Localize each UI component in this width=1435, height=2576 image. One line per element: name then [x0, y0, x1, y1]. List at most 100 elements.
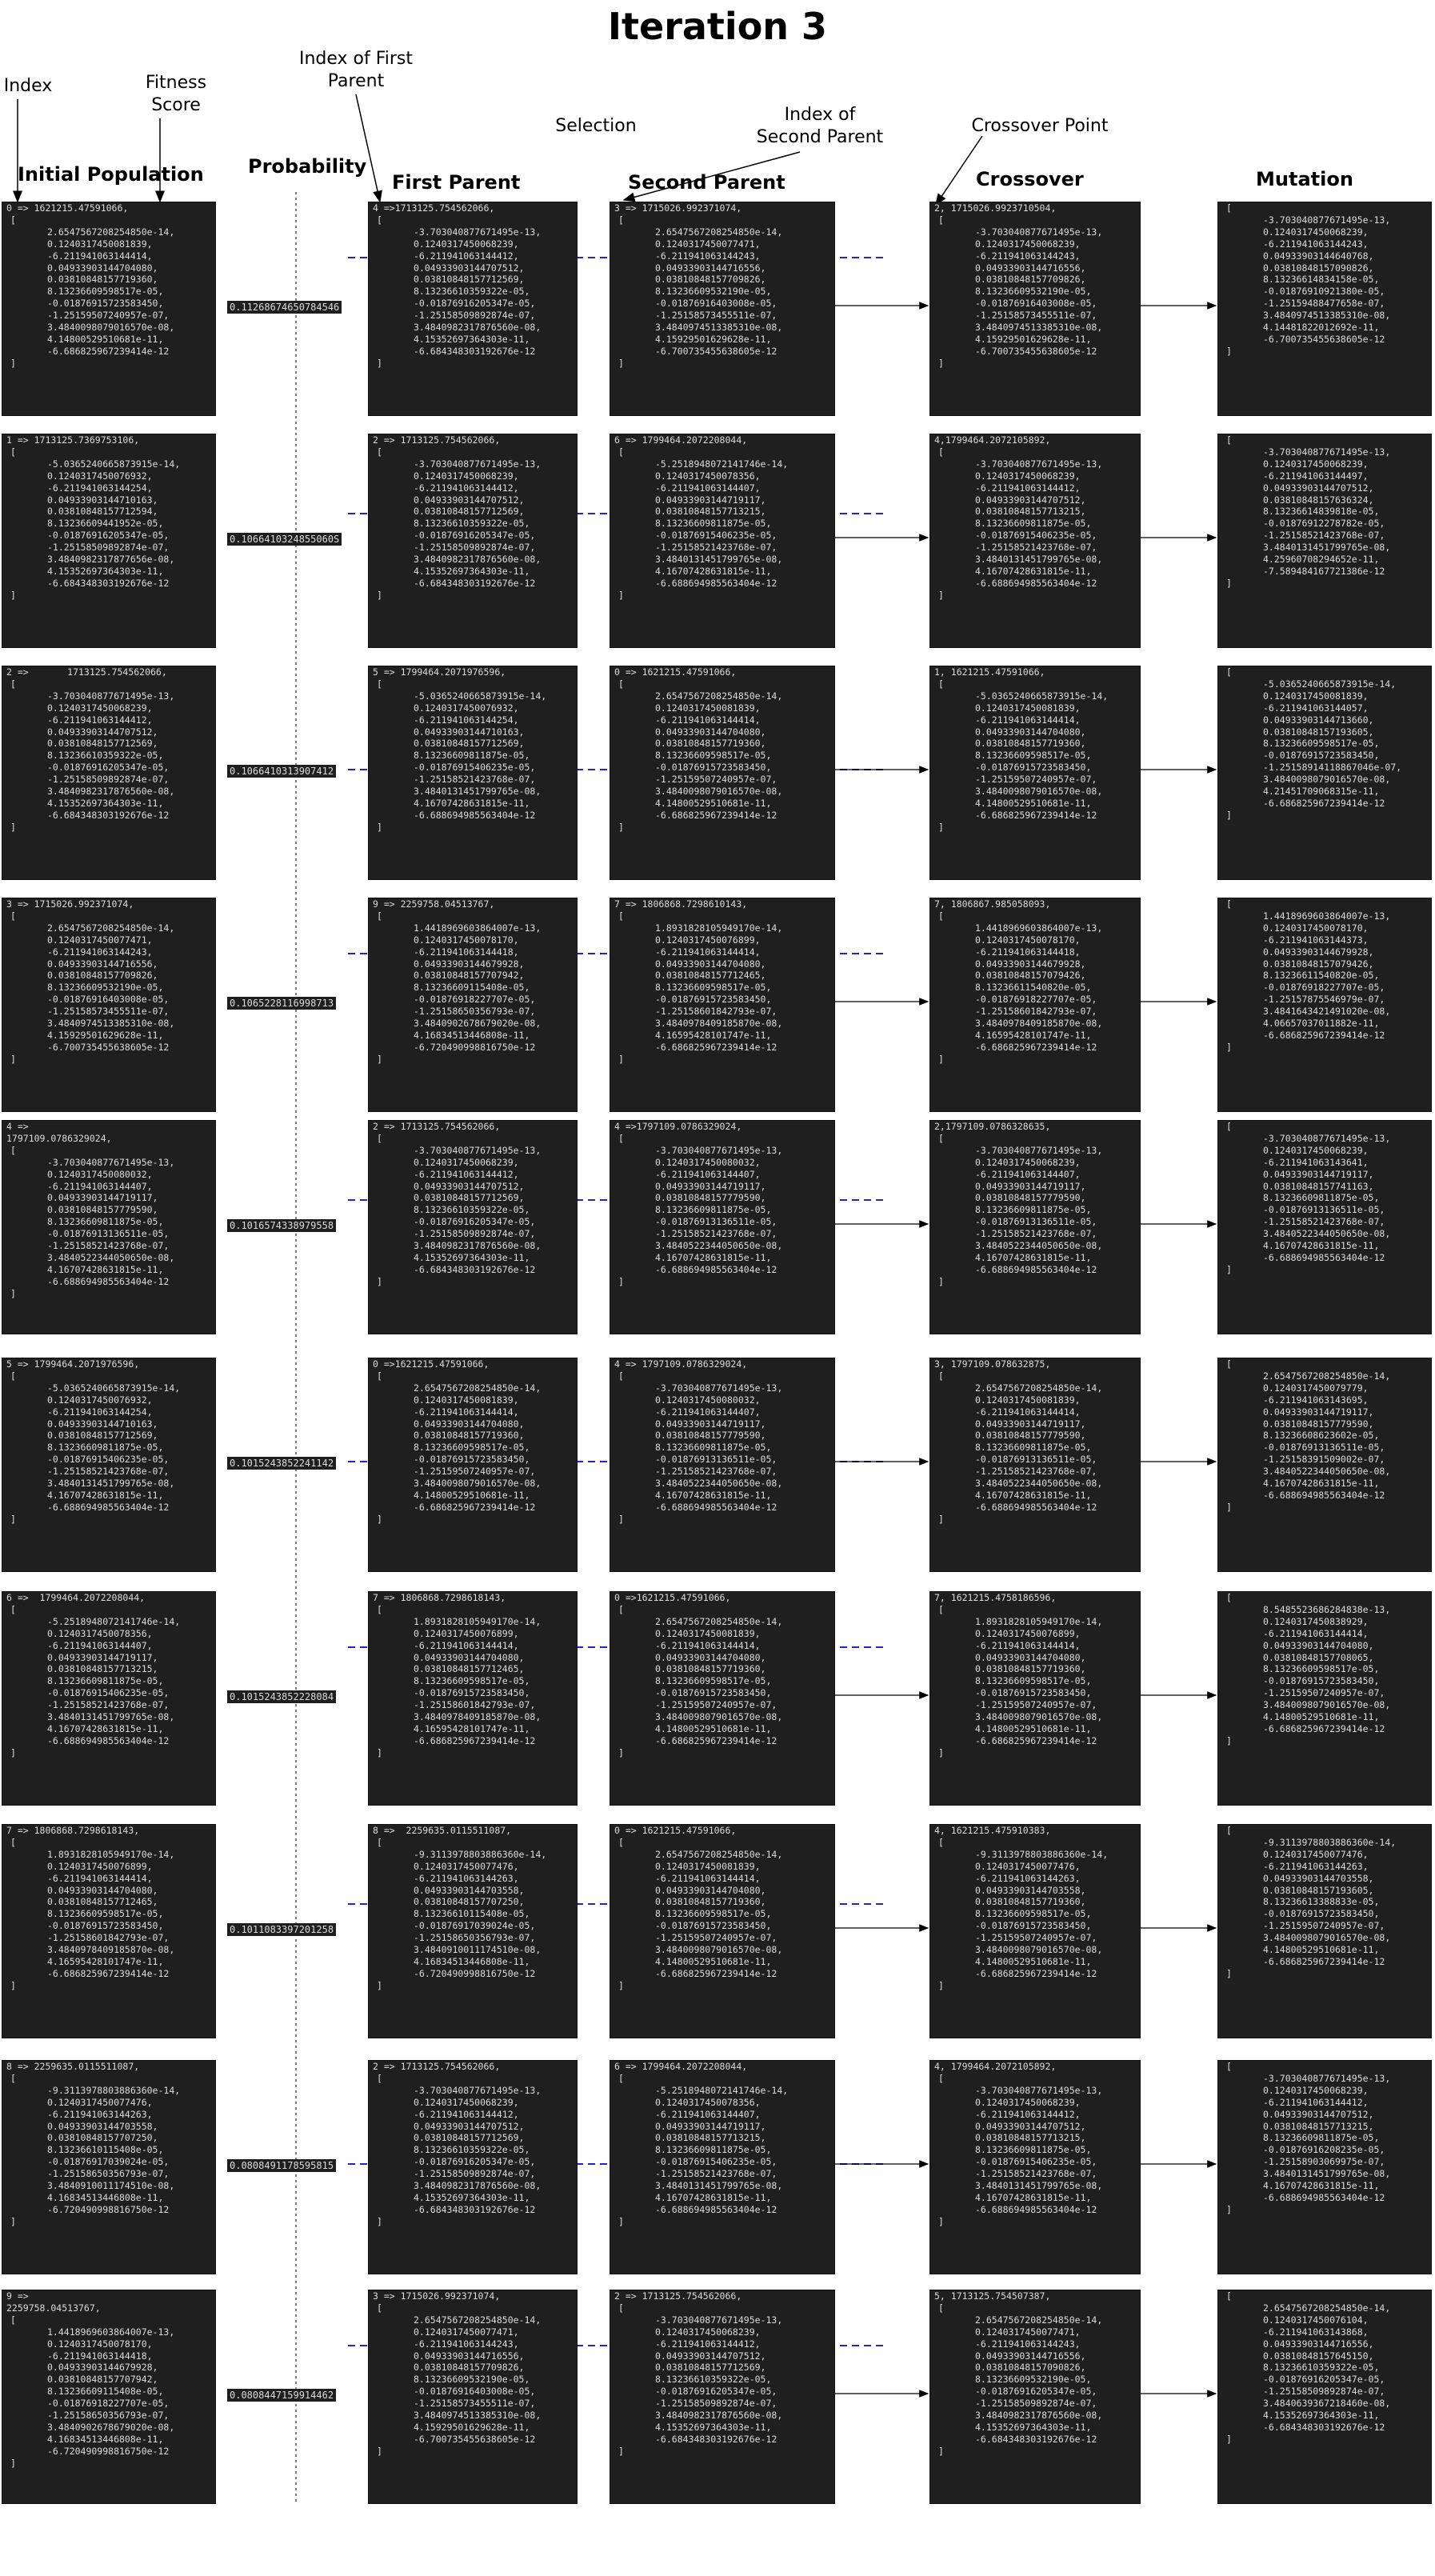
gene-value: 0.03810848157090826, [1263, 262, 1374, 274]
gene-value: 8.13236610359322e-05, [414, 1204, 530, 1216]
gene-value: 8.13236609598517e-05, [655, 982, 772, 994]
gene-value: -0.01876916403008e-05, [975, 298, 1097, 310]
gene-value: 0.04933903144716556, [975, 2350, 1086, 2362]
gene-value: -1.25158573455511e-07, [655, 310, 777, 322]
open-bracket: [ [938, 446, 944, 458]
card-header: 0 => 1621215.47591066, [614, 666, 737, 678]
gene-value: -9.3113978803886360e-14, [47, 2084, 181, 2096]
gene-value: 3.4840982317876560e-08, [975, 2410, 1103, 2422]
gene-value: -6.211941063144414, [975, 1406, 1081, 1418]
gene-value: 0.03810848157709826, [655, 274, 766, 286]
probability-value-6: 0.1015243852228084 [227, 1690, 337, 1703]
open-bracket: [ [938, 678, 944, 690]
open-bracket: [ [618, 2302, 624, 2314]
gene-value: 8.13236609598517e-05, [1263, 738, 1380, 750]
gene-value: -6.688694985563404e-12 [1263, 2191, 1385, 2203]
gene-value: -6.211941063144412, [655, 2338, 761, 2350]
gene-value: 4.15352697364303e-11, [47, 797, 164, 809]
gene-value: -1.25159507240957e-07, [975, 1699, 1097, 1711]
open-bracket: [ [938, 910, 944, 922]
gene-value: -6.211941063144414, [414, 1406, 519, 1418]
gene-value: 8.13236609811875e-05, [655, 1442, 772, 1454]
gene-value: 3.4840982317876560e-08, [655, 2410, 783, 2422]
gene-value: 2.6547567208254850e-14, [975, 1382, 1103, 1394]
gene-value: 0.04933903144716556, [414, 2350, 525, 2362]
gene-value: 0.1240317450068239, [1263, 2084, 1369, 2096]
close-bracket: ] [377, 1513, 382, 1525]
gene-value: 8.13236609598517e-05, [1263, 1663, 1380, 1675]
gene-value: 1.8931828105949170e-14, [655, 922, 783, 934]
gene-value: -0.01876915406235e-05, [655, 2156, 777, 2168]
gene-value: 1.8931828105949170e-14, [414, 1615, 542, 1627]
close-bracket: ] [10, 1513, 16, 1525]
gene-value: -7.589484167721386e-12 [1263, 565, 1385, 577]
gene-value: -6.211941063144263, [1263, 1860, 1369, 1872]
gene-value: -0.01876915723583450, [655, 1920, 772, 1932]
gene-value: -1.25158509892874e-07, [1263, 2386, 1385, 2398]
gene-value: -6.686825967239414e-12 [414, 1734, 536, 1746]
column-header-mutation: Mutation [1256, 168, 1353, 190]
gene-value: 8.13236610359322e-05, [414, 2144, 530, 2156]
card-mutation-2: [-5.0365240665873915e-14, 0.1240317450081… [1217, 666, 1432, 880]
gene-value: -0.01876916205347e-05, [975, 2386, 1097, 2398]
gene-value: -1.25158391509002e-07, [1263, 1454, 1385, 1466]
gene-value: -6.688694985563404e-12 [975, 1501, 1097, 1513]
gene-value: -1.25159507240957e-07, [975, 1932, 1097, 1944]
card-header: 2 => 1713125.754562066, [614, 2290, 742, 2302]
gene-value: -0.01876913136511e-05, [655, 1216, 777, 1228]
card-header: 4, 1621215.475910383, [934, 1825, 1051, 1836]
open-bracket: [ [10, 2072, 16, 2084]
gene-value: -1.25158650356793e-07, [414, 1006, 536, 1018]
gene-value: -6.211941063144373, [1263, 934, 1369, 946]
gene-value: 0.1240317450076899, [414, 1627, 519, 1639]
gene-value: 0.04933903144704080, [414, 1651, 525, 1663]
gene-value: 2.6547567208254850e-14, [414, 1382, 542, 1394]
gene-value: 0.04933903144707512, [1263, 2108, 1374, 2120]
close-bracket: ] [938, 2215, 944, 2227]
gene-value: 0.03810848157779590, [1263, 1418, 1374, 1430]
gene-value: 3.4840131451799765e-08, [655, 554, 783, 566]
gene-value: 4.16707428631815e-11, [414, 797, 530, 809]
gene-value: -5.0365240665873915e-14, [47, 1382, 181, 1394]
gene-value: -0.01876915723583450, [414, 1687, 530, 1699]
gene-value: -0.01876915723583450, [975, 762, 1092, 774]
card-mutation-9: [2.6547567208254850e-14, 0.12403174500761… [1217, 2290, 1432, 2504]
gene-value: 3.4840974513385310e-08, [975, 322, 1103, 334]
gene-value: 0.1240317450077471, [47, 934, 153, 946]
close-bracket: ] [618, 1053, 624, 1065]
gene-value: 0.03810848157779590, [975, 1430, 1086, 1442]
gene-value: 0.03810848157719360, [975, 1663, 1086, 1675]
gene-value: 3.4840131451799765e-08, [975, 554, 1103, 566]
gene-value: -5.0365240665873915e-14, [1263, 678, 1397, 690]
gene-value: 1.8931828105949170e-14, [975, 1615, 1103, 1627]
card-header: 7, 1621215.4758186596, [934, 1592, 1057, 1603]
gene-value: 3.4840522344050650e-08, [655, 1240, 783, 1252]
open-bracket: [ [618, 910, 624, 922]
open-bracket: [ [618, 1603, 624, 1615]
gene-value: -6.211941063144412, [414, 250, 519, 262]
card-header: 6 => 1799464.2072208044, [614, 2061, 748, 2072]
gene-value: 4.15352697364303e-11, [414, 565, 530, 577]
gene-value: 3.4841643421491020e-08, [1263, 1006, 1391, 1018]
gene-value: 0.03810848157709826, [975, 274, 1086, 286]
gene-value: -6.686825967239414e-12 [975, 1041, 1097, 1053]
gene-value: 2.6547567208254850e-14, [47, 226, 175, 238]
gene-value: -0.01876916403008e-05, [47, 994, 170, 1006]
open-bracket: [ [377, 2072, 382, 2084]
close-bracket: ] [377, 357, 382, 369]
gene-value: 0.03810848157719360, [655, 1663, 766, 1675]
gene-value: 0.1240317450838929, [1263, 1615, 1369, 1627]
gene-value: 0.04933903144710163, [47, 494, 158, 506]
gene-value: -6.686825967239414e-12 [1263, 1722, 1385, 1734]
gene-value: 0.1240317450068239, [414, 470, 519, 482]
open-bracket: [ [938, 2302, 944, 2314]
card-initial-population-4: 4 => 1797109.0786329024,[-3.703040877671… [2, 1120, 216, 1334]
gene-value: -0.01876915723583450, [414, 1454, 530, 1466]
card-first-parent-7: 8 => 2259635.0115511087,[-9.311397880388… [368, 1824, 578, 2038]
card-second-parent-2: 0 => 1621215.47591066,[2.654756720825485… [610, 666, 835, 880]
gene-value: 4.25960708294652e-11, [1263, 554, 1380, 566]
gene-value: -0.01876915723583450, [1263, 1675, 1380, 1687]
gene-value: 4.16707428631815e-11, [1263, 1240, 1380, 1252]
gene-value: 8.13236609598517e-05, [975, 1908, 1092, 1920]
gene-value: 0.1240317450079779, [1263, 1382, 1369, 1394]
